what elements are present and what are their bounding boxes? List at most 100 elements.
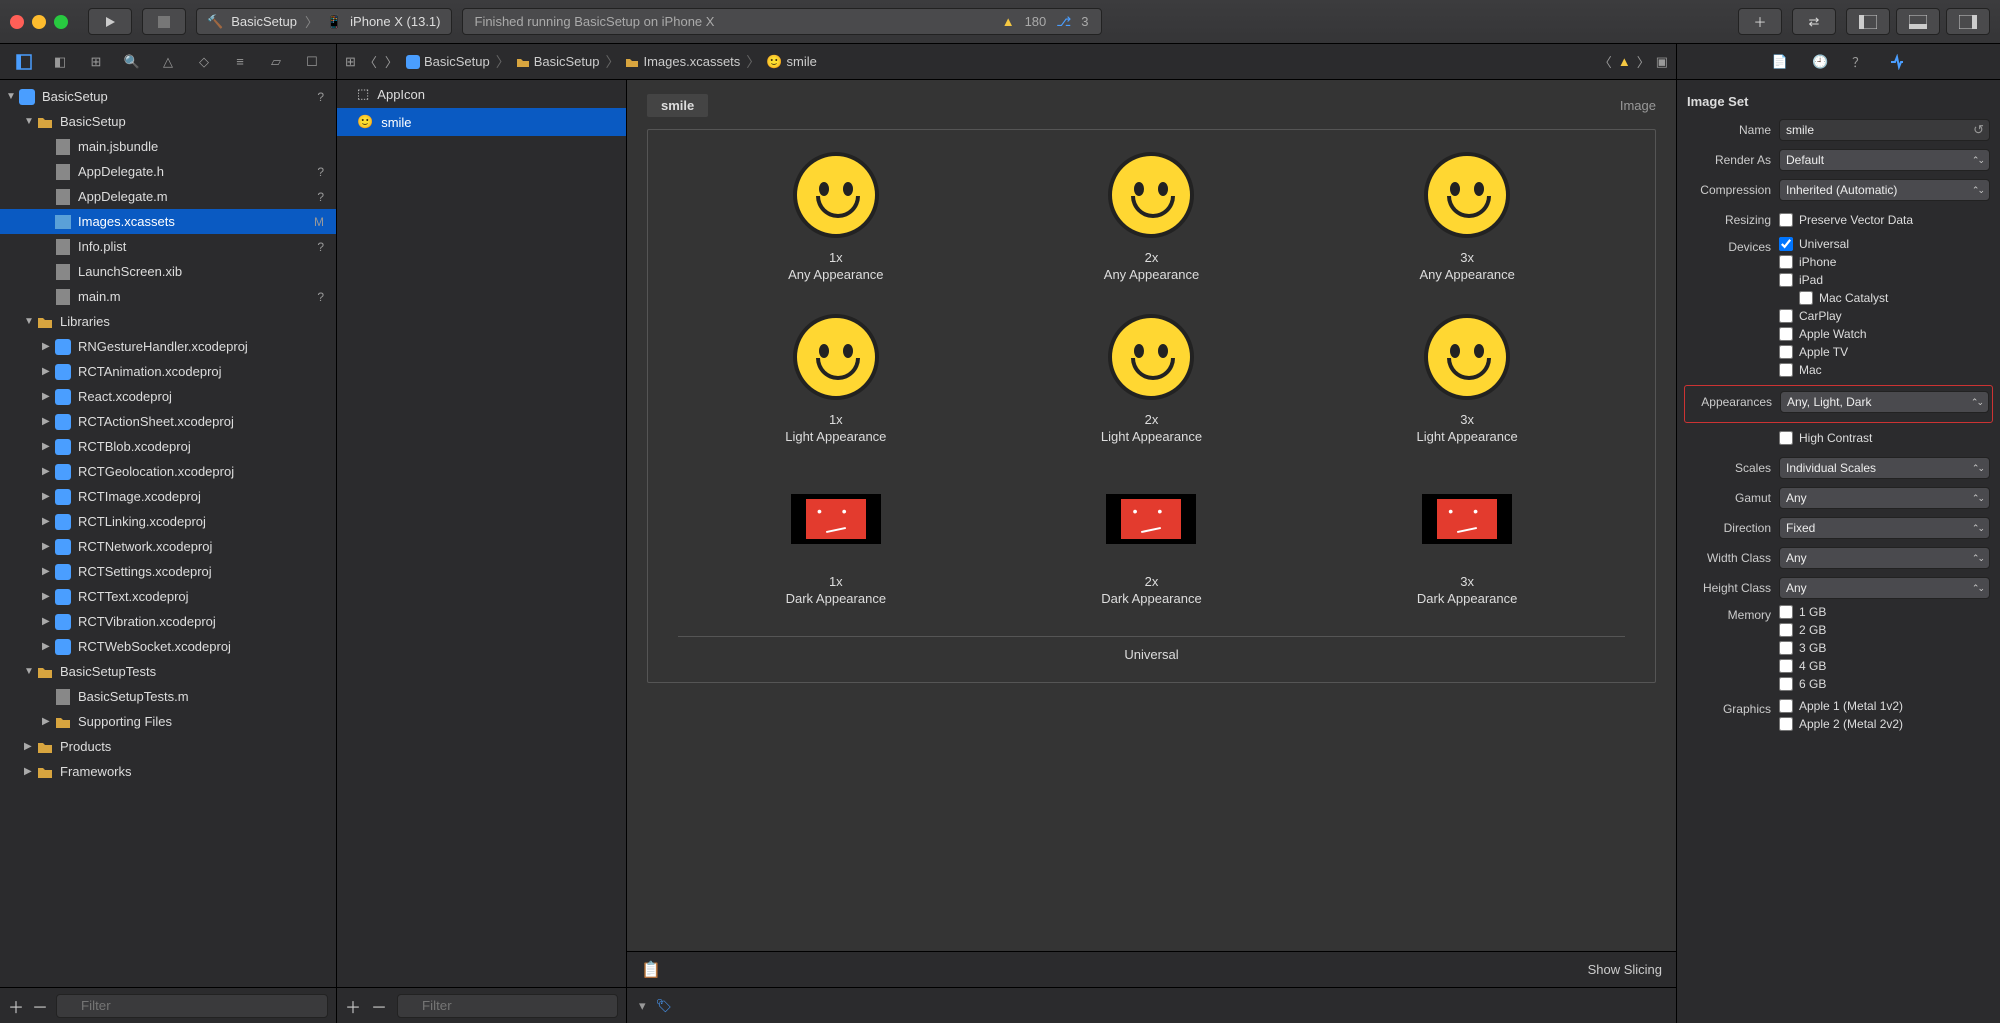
tree-item[interactable]: Images.xcassetsM bbox=[0, 209, 336, 234]
toggle-bottom-panel-button[interactable] bbox=[1896, 8, 1940, 35]
tree-item[interactable]: ▶RCTActionSheet.xcodeproj bbox=[0, 409, 336, 434]
device-checkbox[interactable]: CarPlay bbox=[1779, 309, 1990, 323]
tree-item[interactable]: ▶RCTLinking.xcodeproj bbox=[0, 509, 336, 534]
asset-list-item[interactable]: ⬚AppIcon bbox=[337, 80, 626, 108]
help-inspector-tab[interactable]: ？ bbox=[1852, 52, 1865, 71]
compression-select[interactable]: Inherited (Automatic) bbox=[1779, 179, 1990, 201]
source-control-navigator-tab[interactable]: ◧ bbox=[49, 51, 71, 73]
height-class-select[interactable]: Any bbox=[1779, 577, 1990, 599]
tree-item[interactable]: ▶RNGestureHandler.xcodeproj bbox=[0, 334, 336, 359]
tree-item[interactable]: ▶RCTBlob.xcodeproj bbox=[0, 434, 336, 459]
asset-filter-input[interactable] bbox=[397, 994, 618, 1018]
tree-item[interactable]: ▶RCTNetwork.xcodeproj bbox=[0, 534, 336, 559]
render-as-select[interactable]: Default bbox=[1779, 149, 1990, 171]
preserve-vector-checkbox[interactable]: Preserve Vector Data bbox=[1779, 213, 1990, 227]
symbol-navigator-tab[interactable]: ⊞ bbox=[85, 51, 107, 73]
name-input[interactable] bbox=[1779, 119, 1990, 141]
image-slot[interactable]: 2xLight Appearance bbox=[1051, 312, 1251, 444]
appearances-select[interactable]: Any, Light, Dark bbox=[1780, 391, 1989, 413]
report-navigator-tab[interactable]: ☐ bbox=[301, 51, 323, 73]
memory-checkbox[interactable]: 3 GB bbox=[1779, 641, 1990, 655]
minimize-window-button[interactable] bbox=[32, 15, 46, 29]
tree-item[interactable]: ▶RCTVibration.xcodeproj bbox=[0, 609, 336, 634]
tree-item[interactable]: BasicSetupTests.m bbox=[0, 684, 336, 709]
tree-item[interactable]: main.jsbundle bbox=[0, 134, 336, 159]
remove-asset-button[interactable]: － bbox=[371, 994, 387, 1018]
width-class-select[interactable]: Any bbox=[1779, 547, 1990, 569]
issue-navigator-tab[interactable]: △ bbox=[157, 51, 179, 73]
remove-file-button[interactable]: － bbox=[32, 994, 48, 1018]
image-slot[interactable]: 1xAny Appearance bbox=[736, 150, 936, 282]
memory-checkbox[interactable]: 1 GB bbox=[1779, 605, 1990, 619]
name-revert-icon[interactable]: ↺ bbox=[1973, 122, 1984, 138]
image-slot[interactable]: 1xLight Appearance bbox=[736, 312, 936, 444]
next-issue-button[interactable]: 〉 bbox=[1637, 52, 1650, 71]
memory-checkbox[interactable]: 2 GB bbox=[1779, 623, 1990, 637]
image-slot[interactable]: 2xAny Appearance bbox=[1051, 150, 1251, 282]
tree-item[interactable]: ▼BasicSetup bbox=[0, 109, 336, 134]
history-inspector-tab[interactable]: 🕘 bbox=[1812, 54, 1828, 70]
editor-tag-icon[interactable]: 🏷 bbox=[656, 998, 673, 1014]
tree-item[interactable]: ▶RCTSettings.xcodeproj bbox=[0, 559, 336, 584]
device-checkbox[interactable]: iPad bbox=[1779, 273, 1990, 287]
run-button[interactable] bbox=[88, 8, 132, 35]
memory-checkbox[interactable]: 6 GB bbox=[1779, 677, 1990, 691]
project-navigator-tab[interactable] bbox=[13, 51, 35, 73]
image-slot[interactable]: 2xDark Appearance bbox=[1051, 474, 1251, 606]
navigator-filter-input[interactable] bbox=[56, 994, 328, 1018]
file-inspector-tab[interactable]: 📄 bbox=[1772, 54, 1788, 70]
tree-item[interactable]: ▶Products bbox=[0, 734, 336, 759]
tree-root[interactable]: ▼ BasicSetup ? bbox=[0, 84, 336, 109]
tree-item[interactable]: ▶React.xcodeproj bbox=[0, 384, 336, 409]
graphics-checkbox[interactable]: Apple 2 (Metal 2v2) bbox=[1779, 717, 1990, 731]
attributes-inspector-tab[interactable] bbox=[1889, 54, 1905, 70]
tree-item[interactable]: ▶Supporting Files bbox=[0, 709, 336, 734]
add-asset-button[interactable]: ＋ bbox=[345, 994, 361, 1018]
source-control-icon[interactable]: ⎇ bbox=[1056, 14, 1071, 30]
prev-issue-button[interactable]: 〈 bbox=[1599, 52, 1612, 71]
close-window-button[interactable] bbox=[10, 15, 24, 29]
device-checkbox[interactable]: Apple Watch bbox=[1779, 327, 1990, 341]
tree-item[interactable]: Info.plist? bbox=[0, 234, 336, 259]
test-navigator-tab[interactable]: ◇ bbox=[193, 51, 215, 73]
related-items-button[interactable]: ⊞ bbox=[345, 54, 356, 70]
asset-clipboard-icon[interactable]: 📋 bbox=[641, 960, 661, 980]
image-slot[interactable]: 1xDark Appearance bbox=[736, 474, 936, 606]
jump-bar-segment[interactable]: BasicSetup bbox=[516, 54, 600, 69]
device-checkbox[interactable]: Universal bbox=[1779, 237, 1990, 251]
tree-item[interactable]: ▶RCTText.xcodeproj bbox=[0, 584, 336, 609]
source-control-count[interactable]: 3 bbox=[1081, 14, 1088, 29]
tree-item[interactable]: ▶RCTWebSocket.xcodeproj bbox=[0, 634, 336, 659]
device-checkbox[interactable]: Mac Catalyst bbox=[1779, 291, 1990, 305]
jump-warning-icon[interactable]: ▲ bbox=[1618, 54, 1631, 69]
gamut-select[interactable]: Any bbox=[1779, 487, 1990, 509]
tree-item[interactable]: LaunchScreen.xib bbox=[0, 259, 336, 284]
project-tree[interactable]: ▼ BasicSetup ? ▼BasicSetupmain.jsbundle A… bbox=[0, 80, 336, 987]
nav-forward-button[interactable]: 〉 bbox=[385, 52, 398, 71]
zoom-window-button[interactable] bbox=[54, 15, 68, 29]
graphics-checkbox[interactable]: Apple 1 (Metal 1v2) bbox=[1779, 699, 1990, 713]
tree-item[interactable]: ▶RCTImage.xcodeproj bbox=[0, 484, 336, 509]
memory-checkbox[interactable]: 4 GB bbox=[1779, 659, 1990, 673]
editor-layout-button[interactable]: ▣ bbox=[1656, 54, 1668, 70]
tree-item[interactable]: ▶RCTAnimation.xcodeproj bbox=[0, 359, 336, 384]
image-slot[interactable]: 3xDark Appearance bbox=[1367, 474, 1567, 606]
toggle-right-panel-button[interactable] bbox=[1946, 8, 1990, 35]
add-file-button[interactable]: ＋ bbox=[8, 994, 24, 1018]
tree-item[interactable]: AppDelegate.m? bbox=[0, 184, 336, 209]
image-slot[interactable]: 3xLight Appearance bbox=[1367, 312, 1567, 444]
tree-item[interactable]: main.m? bbox=[0, 284, 336, 309]
scheme-selector[interactable]: 🔨 BasicSetup 〉 📱 iPhone X (13.1) bbox=[196, 8, 452, 35]
find-navigator-tab[interactable]: 🔍 bbox=[121, 51, 143, 73]
editor-dropdown-icon[interactable]: ▾ bbox=[639, 998, 646, 1014]
debug-navigator-tab[interactable]: ≡ bbox=[229, 51, 251, 73]
tree-item[interactable]: ▼BasicSetupTests bbox=[0, 659, 336, 684]
warning-icon[interactable]: ▲ bbox=[1002, 14, 1015, 29]
high-contrast-checkbox[interactable]: High Contrast bbox=[1779, 431, 1990, 445]
device-checkbox[interactable]: iPhone bbox=[1779, 255, 1990, 269]
image-slot[interactable]: 3xAny Appearance bbox=[1367, 150, 1567, 282]
show-slicing-button[interactable]: Show Slicing bbox=[1588, 962, 1662, 977]
breakpoint-navigator-tab[interactable]: ▱ bbox=[265, 51, 287, 73]
nav-back-button[interactable]: 〈 bbox=[364, 52, 377, 71]
jump-bar-segment[interactable]: 🙂smile bbox=[766, 54, 817, 70]
